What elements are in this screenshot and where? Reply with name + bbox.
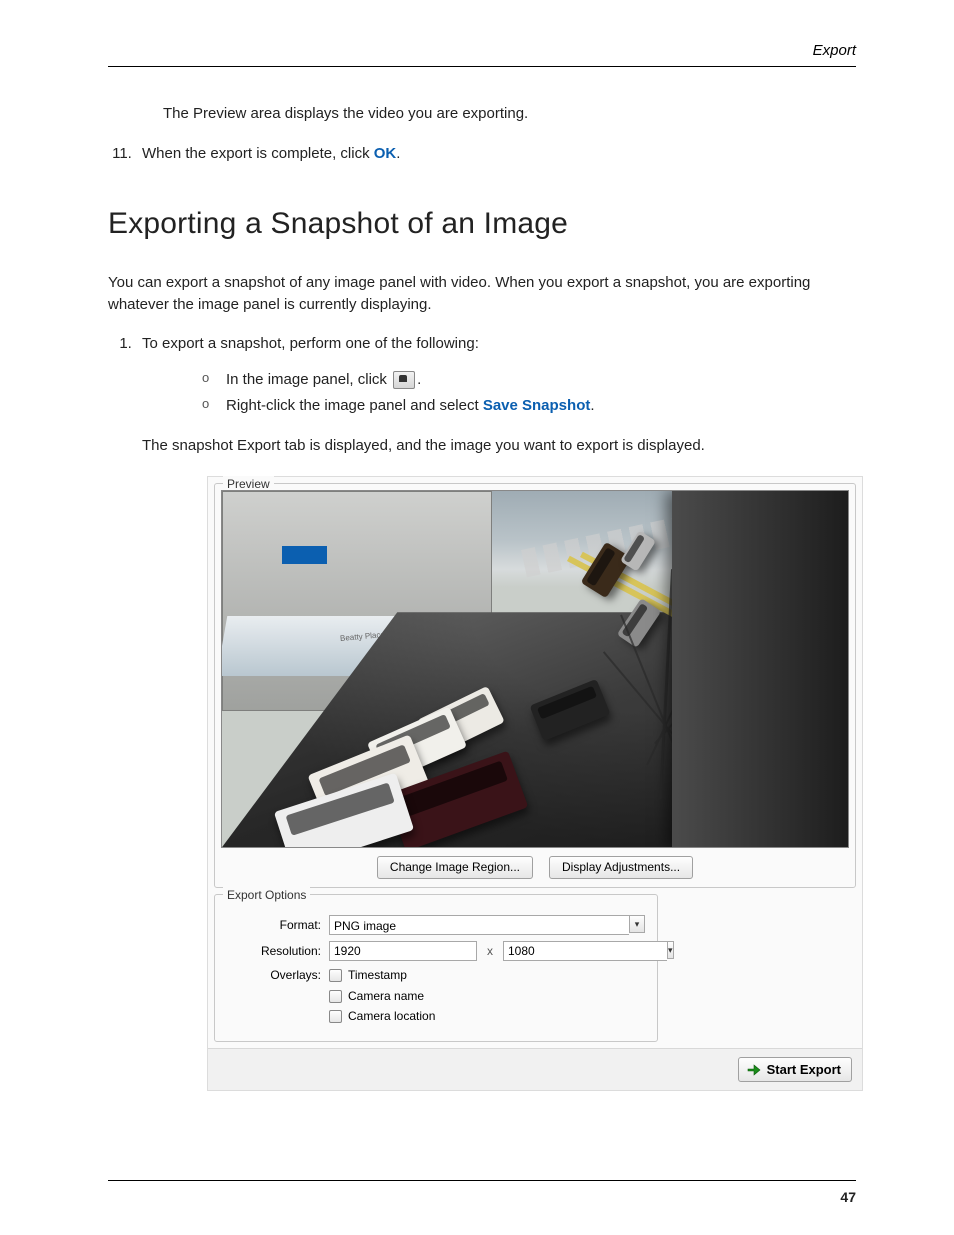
resolution-row: Resolution: x ▾ [225,941,647,961]
snapshot-icon [393,371,415,389]
overlay-camera-location-label: Camera location [348,1008,435,1025]
preview-group: Preview Beatty Place [214,483,856,888]
after-bullets: The snapshot Export tab is displayed, an… [142,435,856,457]
step-11: When the export is complete, click OK. [136,143,856,165]
ok-link[interactable]: OK [374,145,397,162]
overlay-timestamp-checkbox[interactable] [329,969,342,982]
overlay-camera-name-row: Camera name [329,988,435,1005]
step-11-suffix: . [396,145,400,162]
sub-b-suffix: . [590,397,594,414]
page-number: 47 [840,1189,856,1205]
sub-option-b: Right-click the image panel and select S… [202,395,856,417]
overlays-options: Timestamp Camera name Camera location [329,967,435,1025]
display-adjustments-button[interactable]: Display Adjustments... [549,856,693,879]
preview-button-row: Change Image Region... Display Adjustmen… [221,856,849,879]
start-export-button[interactable]: Start Export [738,1057,852,1082]
format-dropdown-arrow[interactable]: ▾ [629,915,645,933]
overlay-timestamp-label: Timestamp [348,967,407,984]
export-options-label: Export Options [223,887,310,904]
step-list-continued: When the export is complete, click OK. [108,143,856,165]
overlays-row: Overlays: Timestamp Camera name [225,967,647,1025]
sub-a-suffix: . [417,371,421,388]
section-intro: You can export a snapshot of any image p… [108,272,856,316]
start-export-label: Start Export [767,1062,841,1077]
step-1-text: To export a snapshot, perform one of the… [142,335,479,352]
sub-b-prefix: Right-click the image panel and select [226,397,483,414]
save-snapshot-link[interactable]: Save Snapshot [483,397,591,414]
resolution-width-input[interactable] [329,941,477,961]
export-dialog-frame: Preview Beatty Place [207,476,863,1091]
overlay-camera-location-checkbox[interactable] [329,1010,342,1023]
header-rule [108,66,856,67]
preview-image: Beatty Place [221,490,849,848]
overlay-camera-name-checkbox[interactable] [329,990,342,1003]
dialog-footer: Start Export [208,1048,862,1090]
section-heading: Exporting a Snapshot of an Image [108,202,856,246]
sub-a-prefix: In the image panel, click [226,371,391,388]
format-row: Format: PNG image ▾ [225,915,647,935]
resolution-separator: x [487,943,493,960]
resolution-label: Resolution: [225,943,329,960]
step-11-prefix: When the export is complete, click [142,145,374,162]
overlay-camera-name-label: Camera name [348,988,424,1005]
page: Export The Preview area displays the vid… [0,0,954,1149]
change-image-region-button[interactable]: Change Image Region... [377,856,533,879]
overlays-label: Overlays: [225,967,329,984]
sub-option-a: In the image panel, click . [202,369,856,391]
format-label: Format: [225,917,329,934]
running-head: Export [108,40,856,66]
sub-options: In the image panel, click . Right-click … [202,369,856,417]
resolution-height-input[interactable] [503,941,667,961]
export-dialog-screenshot: Preview Beatty Place [207,476,863,1091]
overlay-timestamp-row: Timestamp [329,967,435,984]
resolution-dropdown-arrow[interactable]: ▾ [667,941,674,959]
format-dropdown[interactable]: PNG image [329,915,629,935]
overlay-camera-location-row: Camera location [329,1008,435,1025]
step-1: To export a snapshot, perform one of the… [136,333,856,1091]
preview-note: The Preview area displays the video you … [108,103,856,125]
page-footer: 47 [108,1180,856,1207]
start-export-arrow-icon [747,1063,761,1077]
export-options-group: Export Options Format: PNG image ▾ Resol… [214,894,658,1042]
step-list: To export a snapshot, perform one of the… [108,333,856,1091]
